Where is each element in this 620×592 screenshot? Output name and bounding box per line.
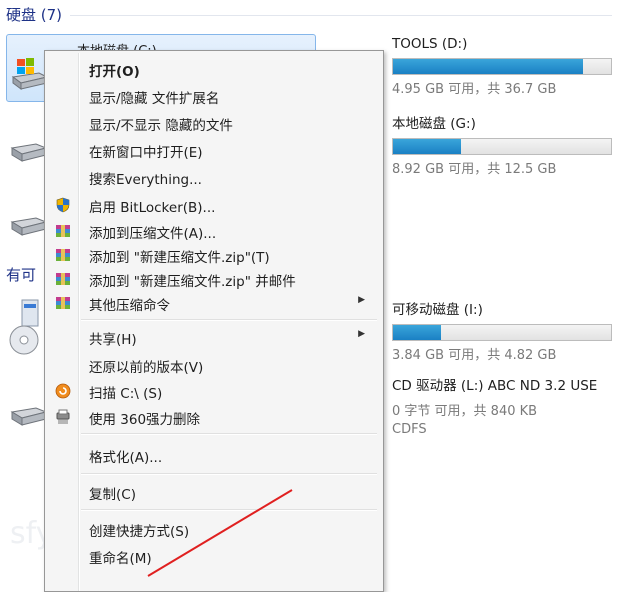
annotation-arrow: [147, 489, 293, 577]
